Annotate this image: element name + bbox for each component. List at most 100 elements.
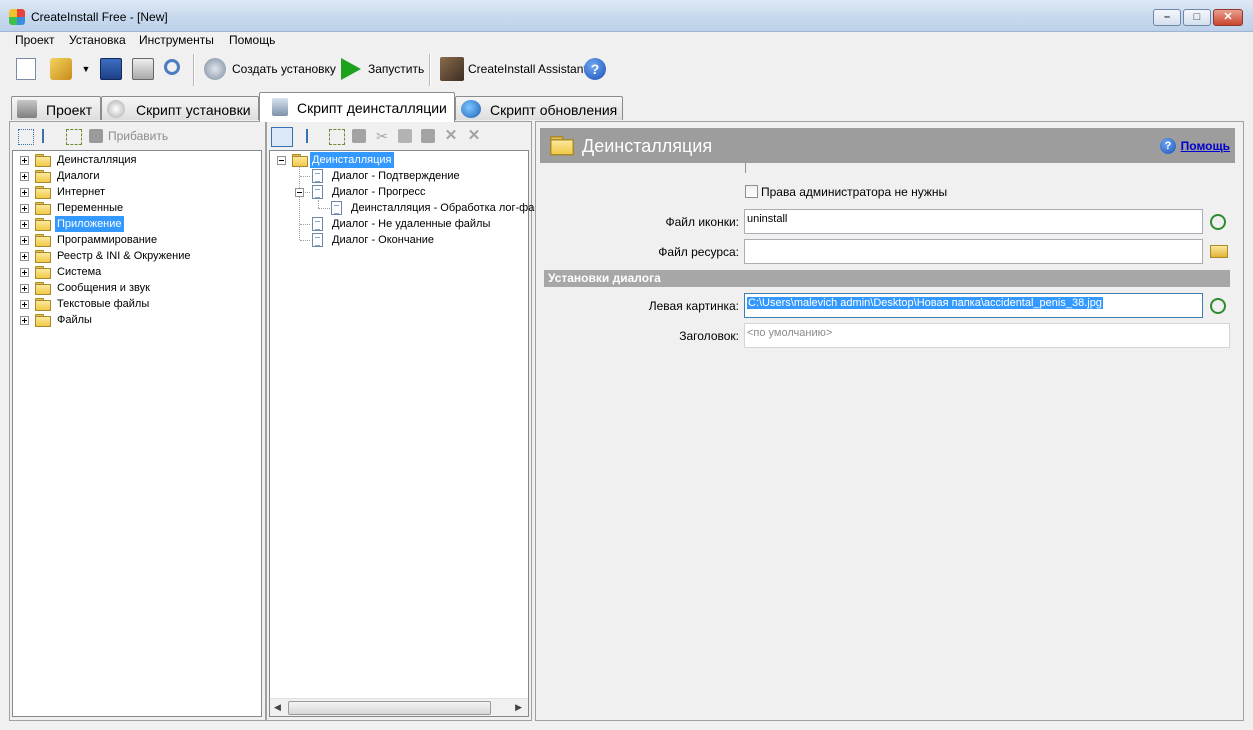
script-step-item[interactable]: Диалог - Прогресс [332,184,426,200]
collapse-icon[interactable] [42,129,58,143]
assistant-icon[interactable] [440,57,464,81]
maximize-icon: □ [1193,11,1201,23]
panel-toggle-icon[interactable] [271,127,293,147]
scroll-left-icon[interactable]: ◀ [274,702,281,713]
tree-connector [300,176,310,178]
command-category-item[interactable]: Приложение [55,216,124,232]
menu-help[interactable]: Помощь [229,33,275,47]
run-button[interactable]: Запустить [368,62,424,76]
tab-uninstall-script[interactable]: Скрипт деинсталляции [259,92,455,122]
move-up-icon[interactable] [306,129,322,143]
move-down-icon[interactable] [329,129,345,145]
expand-all-icon[interactable] [18,129,34,145]
dialog-settings-section: Установки диалога [544,270,1230,287]
command-category-item[interactable]: Система [57,264,101,280]
command-category-item[interactable]: Деинсталляция [57,152,137,168]
tab-update-script[interactable]: Скрипт обновления [455,96,623,120]
expand-icon[interactable] [20,204,29,213]
open-folder-icon[interactable] [50,58,72,80]
expand-icon[interactable] [20,284,29,293]
dialog-document-icon [312,233,323,247]
command-category-item[interactable]: Диалоги [57,168,100,184]
expand-icon[interactable] [20,156,29,165]
collapse-icon[interactable] [277,156,286,165]
expand-icon[interactable] [20,316,29,325]
icon-file-field[interactable]: uninstall [744,209,1203,234]
resource-file-field[interactable] [744,239,1203,264]
script-step-item[interactable]: Диалог - Окончание [332,232,434,248]
run-play-icon[interactable] [341,58,361,80]
assistant-button[interactable]: CreateInstall Assistant [468,62,587,76]
script-step-item[interactable]: Диалог - Не удаленные файлы [332,216,490,232]
expand-icon[interactable] [20,252,29,261]
expand-icon[interactable] [20,188,29,197]
command-category-item[interactable]: Сообщения и звук [57,280,150,296]
print-icon[interactable] [132,58,154,80]
heading-field[interactable]: <по умолчанию> [744,323,1230,348]
command-category-item[interactable]: Интернет [57,184,105,200]
tab-project[interactable]: Проект [11,96,101,120]
help-circle-icon[interactable]: ? [1160,138,1176,154]
disk-icon [107,100,125,118]
script-root-item[interactable]: Деинсталляция [310,152,394,168]
save-icon[interactable] [100,58,122,80]
menu-setup[interactable]: Установка [69,33,126,47]
properties-title: Деинсталляция [582,136,713,156]
delete-icon: ✕ [444,127,458,144]
tree-connector [318,208,330,210]
search-icon[interactable] [164,59,180,75]
toolbar-separator [429,54,431,86]
toolbar: ▼ Создать установку Запустить CreateInst… [0,50,1253,90]
expand-icon[interactable] [20,268,29,277]
dropdown-arrow-icon[interactable]: ▼ [80,58,92,80]
help-icon[interactable]: ? [584,58,606,80]
horizontal-scrollbar[interactable]: ◀ ▶ [270,698,528,716]
menu-tools[interactable]: Инструменты [139,33,214,47]
collapse-icon[interactable] [295,188,304,197]
heading-label: Заголовок: [679,329,739,343]
browse-folder-icon[interactable] [1210,245,1228,258]
minimize-button[interactable]: – [1153,9,1181,26]
tree-icon[interactable] [66,129,82,145]
browse-icon-file-icon[interactable] [1210,214,1226,230]
close-button[interactable]: ✕ [1213,9,1243,26]
globe-icon [461,100,481,118]
script-step-item[interactable]: Диалог - Подтверждение [332,168,460,184]
tree-connector [300,224,310,226]
delete-all-icon: ✕ [467,127,481,144]
script-step-item[interactable]: Деинсталляция - Обработка лог-фа [351,200,534,216]
expand-icon[interactable] [20,220,29,229]
folder-icon [35,218,51,231]
tab-install-script[interactable]: Скрипт установки [101,96,259,120]
maximize-button[interactable]: □ [1183,9,1211,26]
command-category-item[interactable]: Реестр & INI & Окружение [57,248,191,264]
tab-uninstall-script-label: Скрипт деинсталляции [297,100,447,116]
scroll-thumb[interactable] [288,701,491,715]
browse-image-icon[interactable] [1210,298,1226,314]
menu-bar: Проект Установка Инструменты Помощь [0,32,1253,50]
admin-not-required-checkbox[interactable] [745,185,758,198]
command-category-item[interactable]: Переменные [57,200,123,216]
app-icon [9,9,25,25]
tab-install-script-label: Скрипт установки [136,102,251,118]
command-category-item[interactable]: Файлы [57,312,92,328]
create-setup-button[interactable]: Создать установку [232,62,336,76]
expand-icon[interactable] [20,236,29,245]
menu-project[interactable]: Проект [15,33,55,47]
tab-project-label: Проект [46,102,93,118]
add-icon [89,129,103,143]
command-category-item[interactable]: Текстовые файлы [57,296,149,312]
left-image-field[interactable]: C:\Users\malevich admin\Desktop\Новая па… [744,293,1203,318]
tab-strip: Проект Скрипт установки Скрипт деинсталл… [0,92,1253,122]
new-file-icon[interactable] [16,58,36,80]
dialog-document-icon [331,201,342,215]
help-link[interactable]: Помощь [1181,139,1230,153]
dialog-document-icon [312,185,323,199]
folder-icon [550,136,574,156]
tab-update-script-label: Скрипт обновления [490,102,618,118]
create-setup-gear-icon[interactable] [204,58,226,80]
expand-icon[interactable] [20,300,29,309]
expand-icon[interactable] [20,172,29,181]
scroll-right-icon[interactable]: ▶ [515,702,522,713]
command-category-item[interactable]: Программирование [57,232,157,248]
